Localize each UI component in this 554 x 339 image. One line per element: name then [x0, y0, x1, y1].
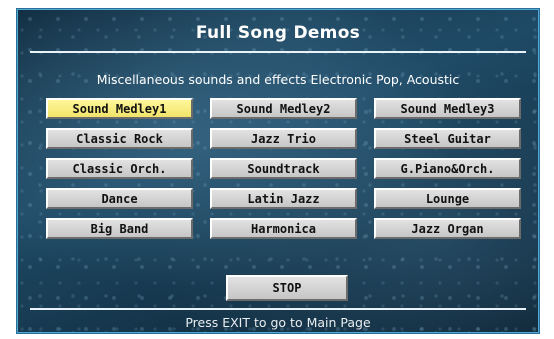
demo-button-grid: Sound Medley1 Sound Medley2 Sound Medley…	[46, 98, 524, 239]
demo-button-dance[interactable]: Dance	[46, 188, 193, 209]
page-title: Full Song Demos	[195, 23, 361, 43]
demo-button-soundtrack[interactable]: Soundtrack	[210, 158, 357, 179]
exit-hint: Press EXIT to go to Main Page	[185, 315, 371, 330]
demo-button-lounge[interactable]: Lounge	[374, 188, 521, 209]
stop-button[interactable]: STOP	[226, 275, 348, 301]
demo-button-classic-orch[interactable]: Classic Orch.	[46, 158, 193, 179]
demo-button-steel-guitar[interactable]: Steel Guitar	[374, 128, 521, 149]
demo-button-harmonica[interactable]: Harmonica	[210, 218, 357, 239]
bottom-divider	[30, 308, 526, 310]
demo-button-sound-medley1[interactable]: Sound Medley1	[46, 98, 193, 119]
demo-screen: Full Song Demos Miscellaneous sounds and…	[18, 10, 538, 332]
demo-button-gpiano-orch[interactable]: G.Piano&Orch.	[374, 158, 521, 179]
top-divider	[30, 51, 526, 53]
demo-button-latin-jazz[interactable]: Latin Jazz	[210, 188, 357, 209]
demo-button-jazz-organ[interactable]: Jazz Organ	[374, 218, 521, 239]
demo-button-classic-rock[interactable]: Classic Rock	[46, 128, 193, 149]
demo-button-jazz-trio[interactable]: Jazz Trio	[210, 128, 357, 149]
demo-button-sound-medley3[interactable]: Sound Medley3	[374, 98, 521, 119]
demo-button-sound-medley2[interactable]: Sound Medley2	[210, 98, 357, 119]
demo-description: Miscellaneous sounds and effects Electro…	[96, 72, 460, 87]
demo-button-big-band[interactable]: Big Band	[46, 218, 193, 239]
